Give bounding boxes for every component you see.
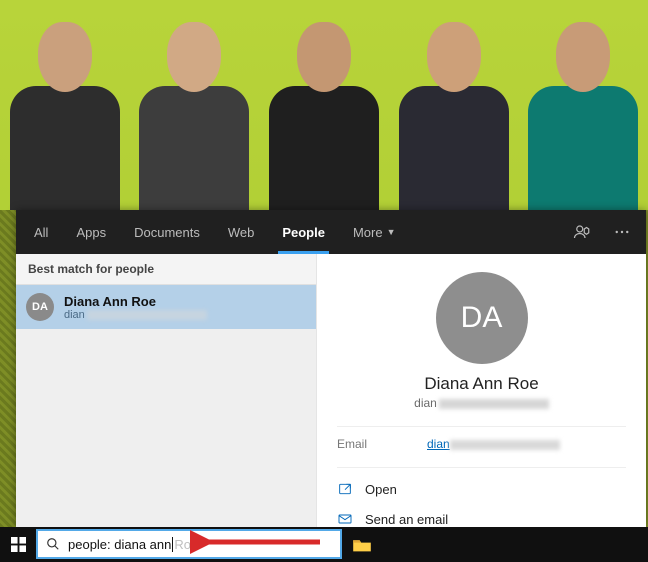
feedback-icon[interactable] xyxy=(562,223,602,241)
open-label: Open xyxy=(365,482,397,497)
email-field-row: Email dian xyxy=(337,426,626,461)
open-action[interactable]: Open xyxy=(337,474,626,504)
open-icon xyxy=(337,481,353,497)
search-filter-tabbar: All Apps Documents Web People More ▼ xyxy=(16,210,646,254)
search-icon xyxy=(38,537,68,551)
file-explorer-taskbar-icon[interactable] xyxy=(342,527,382,562)
results-section-header: Best match for people xyxy=(16,254,316,285)
send-email-action[interactable]: Send an email xyxy=(337,504,626,527)
text-caret xyxy=(172,537,173,552)
contact-subtext: dian xyxy=(337,396,626,410)
result-subtext: dian xyxy=(64,309,207,321)
windows-logo-icon xyxy=(11,537,26,552)
search-results-panel: All Apps Documents Web People More ▼ Bes… xyxy=(16,210,646,527)
email-value[interactable]: dian xyxy=(427,437,560,451)
tab-more[interactable]: More ▼ xyxy=(339,210,410,254)
detail-pane: DA Diana Ann Roe dian Email dian Open Se… xyxy=(316,254,646,527)
tab-web[interactable]: Web xyxy=(214,210,269,254)
folder-icon xyxy=(352,537,372,553)
tab-more-label: More xyxy=(353,225,383,240)
avatar: DA xyxy=(436,272,528,364)
wallpaper-photo xyxy=(0,0,648,210)
search-autocomplete-ghost: Roe xyxy=(174,537,198,552)
results-list: Best match for people DA Diana Ann Roe d… xyxy=(16,254,316,527)
send-email-label: Send an email xyxy=(365,512,448,527)
result-name: Diana Ann Roe xyxy=(64,294,207,309)
tab-all[interactable]: All xyxy=(20,210,62,254)
contact-name: Diana Ann Roe xyxy=(337,374,626,394)
tab-people[interactable]: People xyxy=(268,210,339,254)
email-label: Email xyxy=(337,437,397,451)
more-options-icon[interactable] xyxy=(602,223,642,241)
tab-apps[interactable]: Apps xyxy=(62,210,120,254)
search-input[interactable]: people: diana ann Roe xyxy=(36,529,342,559)
mail-icon xyxy=(337,511,353,527)
result-item[interactable]: DA Diana Ann Roe dian xyxy=(16,285,316,329)
tab-documents[interactable]: Documents xyxy=(120,210,214,254)
avatar: DA xyxy=(26,293,54,321)
search-typed-text: people: diana ann xyxy=(68,537,171,552)
start-button[interactable] xyxy=(0,527,36,562)
chevron-down-icon: ▼ xyxy=(387,227,396,237)
